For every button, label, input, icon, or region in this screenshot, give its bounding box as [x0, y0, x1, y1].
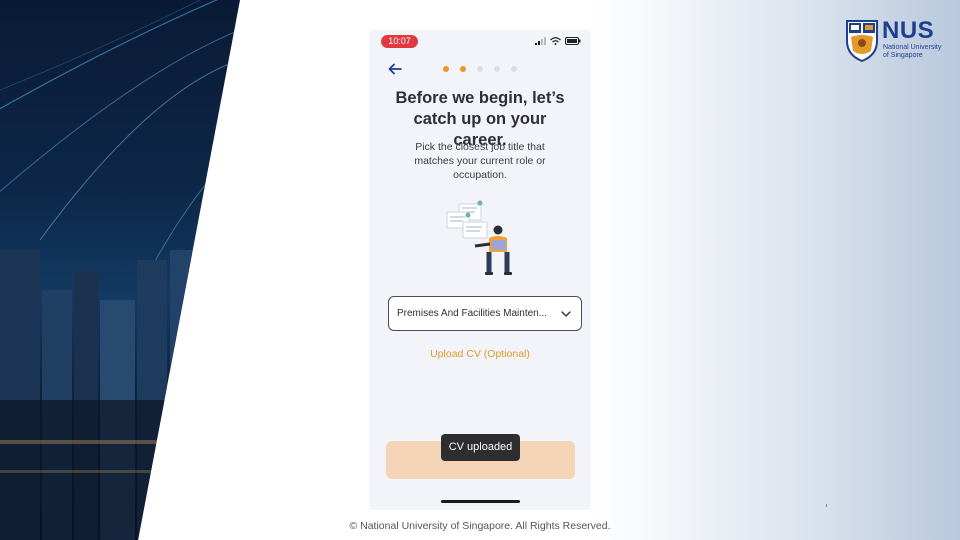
crest-icon	[846, 20, 878, 63]
battery-icon	[565, 37, 581, 45]
status-bar: 10:07	[369, 30, 591, 54]
home-indicator[interactable]	[441, 500, 520, 503]
back-arrow-icon[interactable]	[387, 61, 403, 77]
phone-screen: 10:07 Before we begin, let’s catch up on…	[369, 30, 591, 510]
job-title-selected-value: Premises And Facilities Mainten...	[397, 308, 548, 319]
progress-dot	[460, 66, 466, 72]
chevron-down-icon	[561, 311, 571, 317]
signal-icon	[535, 37, 546, 45]
nus-logo: NUS National University of Singapore	[845, 17, 945, 63]
wifi-icon	[550, 37, 561, 45]
progress-dot	[443, 66, 449, 72]
progress-dot	[494, 66, 500, 72]
toast-message: CV uploaded	[441, 434, 520, 461]
person-with-laptop-illustration	[446, 200, 512, 275]
logo-text: NUS	[882, 17, 935, 44]
page-subtitle: Pick the closest job title that matches …	[414, 141, 546, 181]
city-background-image	[0, 0, 240, 540]
progress-dots	[443, 66, 517, 72]
copyright-footer: © National University of Singapore. All …	[349, 520, 611, 532]
decorative-tick	[826, 504, 827, 507]
progress-dot	[477, 66, 483, 72]
logo-subtext: National University of Singapore	[883, 44, 942, 59]
progress-dot	[511, 66, 517, 72]
upload-cv-link[interactable]: Upload CV (Optional)	[369, 348, 591, 360]
system-icons	[535, 37, 581, 45]
status-time: 10:07	[381, 35, 418, 48]
job-title-dropdown[interactable]: Premises And Facilities Mainten...	[388, 296, 582, 331]
